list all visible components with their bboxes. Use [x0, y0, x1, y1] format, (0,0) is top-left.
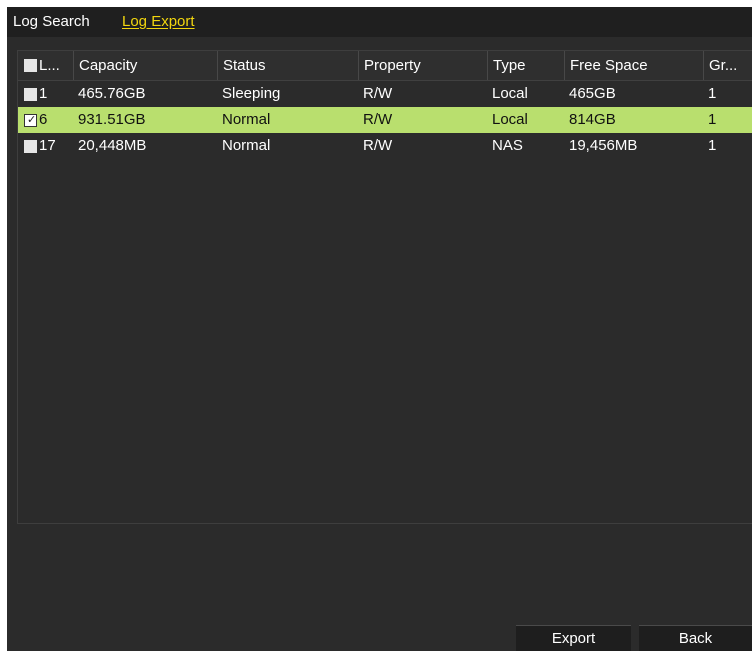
row-label: 6	[39, 111, 48, 128]
log-export-panel: Log Search Log Export L... Capacity Stat…	[7, 7, 752, 651]
table-header: L... Capacity Status Property Type Free …	[18, 51, 752, 81]
row-type: Local	[492, 85, 528, 102]
row-status: Normal	[222, 111, 271, 128]
table-row[interactable]: 1 465.76GB Sleeping R/W Local 465GB 1	[18, 81, 752, 107]
row-capacity: 465.76GB	[78, 85, 146, 102]
row-checkbox[interactable]: ✓	[24, 114, 37, 127]
row-free-space: 814GB	[569, 111, 616, 128]
select-all-checkbox[interactable]	[24, 59, 37, 72]
row-free-space: 465GB	[569, 85, 616, 102]
row-label: 17	[39, 137, 56, 154]
row-status: Normal	[222, 137, 271, 154]
row-checkbox[interactable]	[24, 88, 37, 101]
checkmark-icon: ✓	[27, 114, 37, 126]
row-type: Local	[492, 111, 528, 128]
header-free-space[interactable]: Free Space	[564, 51, 703, 80]
header-capacity[interactable]: Capacity	[73, 51, 217, 80]
row-capacity: 931.51GB	[78, 111, 146, 128]
row-property: R/W	[363, 111, 393, 128]
row-capacity: 20,448MB	[78, 137, 147, 154]
row-property: R/W	[363, 85, 393, 102]
header-type[interactable]: Type	[487, 51, 564, 80]
tab-log-export[interactable]: Log Export	[122, 13, 195, 30]
table-row[interactable]: ✓ 6 931.51GB Normal R/W Local 814GB 1	[18, 107, 752, 133]
header-property[interactable]: Property	[358, 51, 487, 80]
row-status: Sleeping	[222, 85, 281, 102]
header-label-text: L...	[39, 57, 60, 74]
row-group: 1	[708, 85, 717, 102]
table-row[interactable]: 17 20,448MB Normal R/W NAS 19,456MB 1	[18, 133, 752, 159]
row-type: NAS	[492, 137, 523, 154]
row-free-space: 19,456MB	[569, 137, 638, 154]
header-label-column[interactable]: L...	[18, 51, 73, 80]
tab-bar: Log Search Log Export	[7, 7, 752, 37]
header-status[interactable]: Status	[217, 51, 358, 80]
row-property: R/W	[363, 137, 393, 154]
back-button[interactable]: Back	[639, 625, 752, 651]
row-checkbox[interactable]	[24, 140, 37, 153]
tab-log-search[interactable]: Log Search	[13, 13, 90, 30]
row-label: 1	[39, 85, 48, 102]
row-group: 1	[708, 111, 717, 128]
disk-table: L... Capacity Status Property Type Free …	[17, 50, 752, 524]
export-button[interactable]: Export	[516, 625, 631, 651]
row-group: 1	[708, 137, 717, 154]
header-group[interactable]: Gr...	[703, 51, 752, 80]
